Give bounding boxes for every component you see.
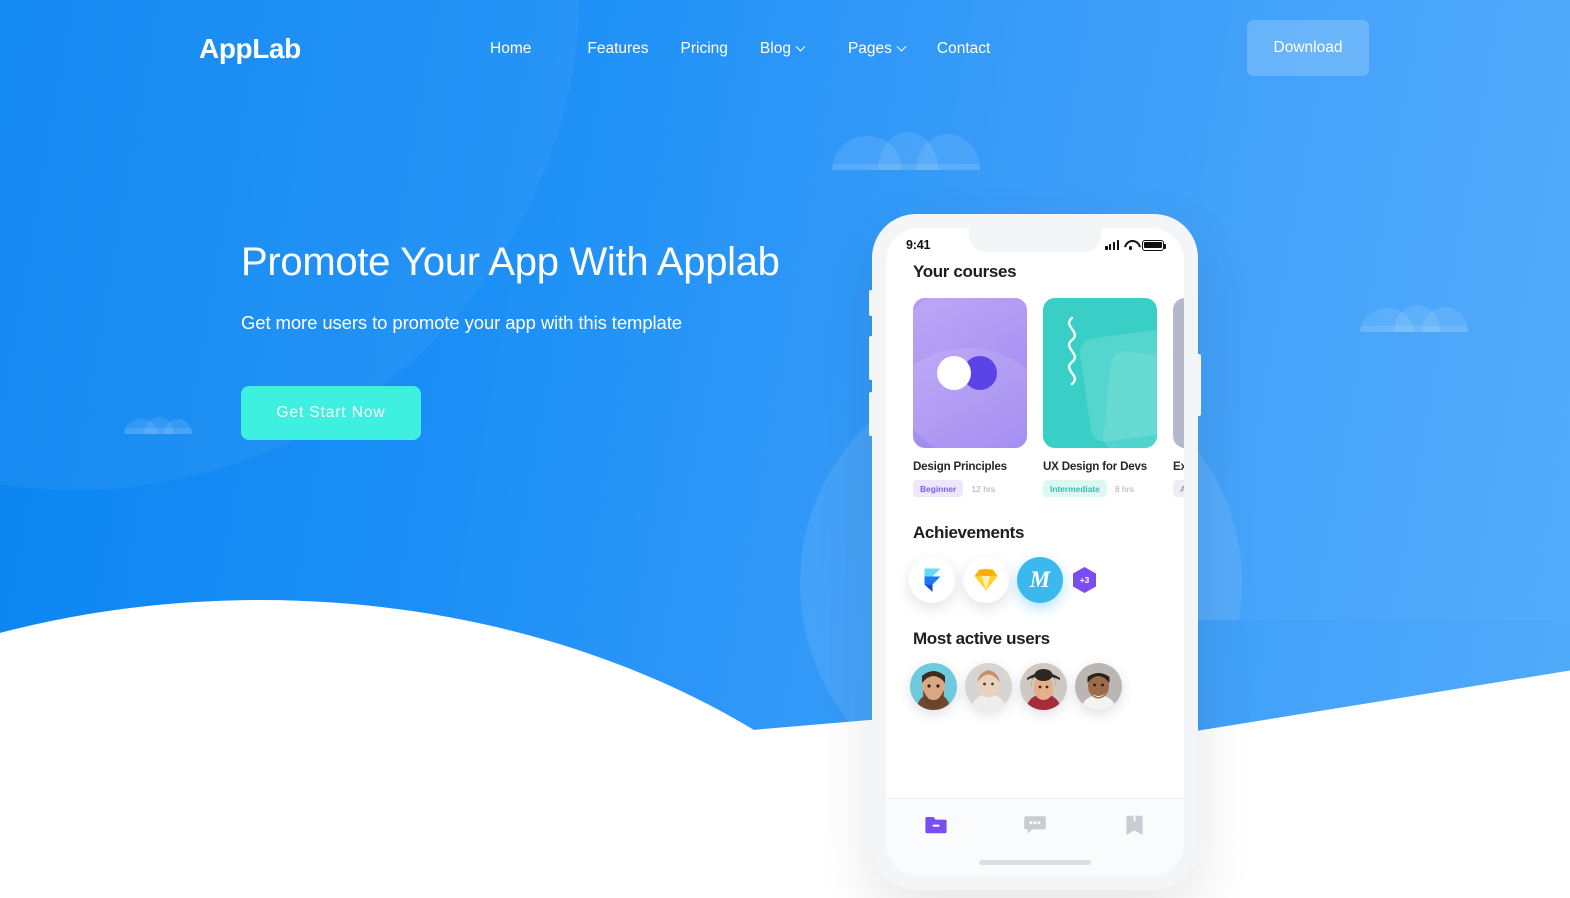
nav-item-label: Pages: [847, 40, 892, 57]
avatar[interactable]: [1075, 663, 1122, 710]
nav-item-features[interactable]: Features: [571, 36, 664, 62]
signal-bars-icon: [1105, 240, 1119, 250]
framer-icon[interactable]: [909, 557, 955, 603]
screen-content: Your courses Design Principles Beginner …: [886, 262, 1184, 830]
chevron-down-icon: [795, 41, 806, 52]
course-meta: Beginner 12 hrs: [913, 480, 1027, 497]
folder-icon: [925, 817, 947, 834]
course-level-badge: Intermediate: [1043, 480, 1107, 497]
chevron-down-icon: [896, 41, 907, 52]
your-courses-heading: Your courses: [913, 262, 1017, 281]
avatar[interactable]: [965, 663, 1012, 710]
nav-item-label: Contact: [936, 40, 991, 57]
bottom-tab-bar: [886, 798, 1184, 876]
avatar[interactable]: [1020, 663, 1067, 710]
battery-full-icon: [1142, 239, 1167, 251]
sketch-icon[interactable]: [963, 557, 1009, 603]
nav-item-label: Features: [587, 40, 649, 57]
course-card[interactable]: UX Design for Devs Intermediate 8 hrs: [1043, 298, 1157, 497]
nav-item-pricing[interactable]: Pricing: [665, 36, 744, 62]
tab-folder[interactable]: [914, 815, 958, 835]
nav-item-label: Pricing: [680, 40, 728, 57]
status-bar: 9:41: [886, 228, 1184, 262]
nav-item-label: Blog: [759, 40, 791, 57]
avatar[interactable]: [910, 663, 957, 710]
course-level-badge: Beginner: [913, 480, 964, 497]
nav-item-contact[interactable]: Contact: [921, 36, 1006, 62]
course-card[interactable]: Design Principles Beginner 12 hrs: [913, 298, 1027, 497]
hero-content: Promote Your App With Applab Get more us…: [241, 238, 780, 440]
hero-background: [0, 0, 1570, 898]
course-level-badge: Advan: [1173, 480, 1184, 497]
course-duration: 8 hrs: [1114, 483, 1134, 494]
achievements-heading: Achievements: [913, 523, 1025, 542]
achievements-list: M +3: [886, 557, 1184, 603]
nav-item-home[interactable]: Home: [490, 36, 571, 62]
nav-item-blog[interactable]: Blog: [744, 36, 832, 62]
tab-chat[interactable]: [1013, 815, 1057, 835]
navbar: AppLab Home Features Pricing Blog Pages …: [0, 0, 1570, 96]
course-thumbnail: [913, 298, 1027, 448]
phone-power-button[interactable]: [1197, 354, 1201, 416]
course-thumbnail: [1043, 298, 1157, 448]
phone-volume-down-button[interactable]: [869, 392, 873, 436]
course-card[interactable]: Explor Advan: [1173, 298, 1184, 497]
bookmark-icon: [1126, 815, 1143, 835]
course-meta: Advan: [1173, 480, 1184, 497]
course-duration: 12 hrs: [971, 483, 996, 494]
phone-mute-switch[interactable]: [869, 290, 873, 316]
wifi-icon: [1124, 240, 1137, 250]
course-title: Explor: [1173, 460, 1184, 473]
nav-links: Home Features Pricing Blog Pages Contact: [490, 36, 1006, 62]
brand-logo[interactable]: AppLab: [199, 33, 301, 65]
marvel-icon[interactable]: M: [1017, 557, 1063, 603]
course-thumbnail: [1173, 298, 1184, 448]
nav-item-pages[interactable]: Pages: [832, 36, 921, 62]
cloud-decoration-right: [1360, 300, 1468, 332]
course-title: UX Design for Devs: [1043, 460, 1147, 473]
hero-subtitle: Get more users to promote your app with …: [241, 312, 682, 333]
courses-list[interactable]: Design Principles Beginner 12 hrs UX Des…: [886, 298, 1184, 497]
download-button[interactable]: Download: [1247, 20, 1369, 76]
course-title: Design Principles: [913, 460, 1007, 473]
cloud-decoration-left: [124, 414, 192, 434]
home-indicator: [979, 860, 1091, 865]
users-list: [886, 663, 1184, 710]
phone-mockup: 9:41 Your courses Design Principles Begi…: [869, 214, 1201, 890]
course-meta: Intermediate 8 hrs: [1043, 480, 1157, 497]
most-active-users-heading: Most active users: [913, 629, 1050, 648]
tab-bookmark[interactable]: [1112, 815, 1156, 836]
nav-item-label: Home: [490, 40, 532, 57]
status-icons: [1105, 239, 1167, 251]
squiggle-icon: [1067, 316, 1077, 386]
phone-volume-up-button[interactable]: [869, 336, 873, 380]
get-start-now-button[interactable]: Get Start Now: [241, 386, 421, 440]
status-clock: 9:41: [906, 238, 931, 252]
cloud-decoration-top: [832, 126, 980, 170]
phone-screen: 9:41 Your courses Design Principles Begi…: [886, 228, 1184, 876]
page-title: Promote Your App With Applab: [241, 240, 780, 284]
achievements-more-badge[interactable]: +3: [1073, 567, 1096, 593]
chat-bubble-icon: [1024, 816, 1046, 834]
